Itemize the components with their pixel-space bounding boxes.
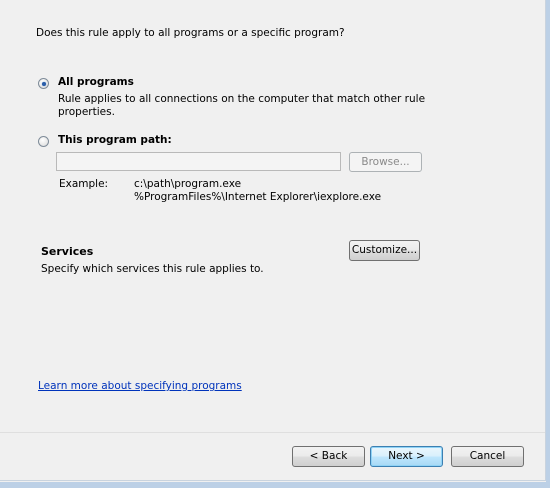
question-text: Does this rule apply to all programs or …: [36, 27, 345, 39]
all-programs-description-line2: properties.: [58, 106, 115, 118]
example-path-2: %ProgramFiles%\Internet Explorer\iexplor…: [134, 191, 382, 203]
cancel-button[interactable]: Cancel: [451, 446, 524, 467]
wizard-page: Does this rule apply to all programs or …: [0, 0, 546, 481]
learn-more-link[interactable]: Learn more about specifying programs: [38, 380, 242, 392]
example-path-1: c:\path\program.exe: [134, 178, 242, 190]
program-path-label[interactable]: This program path:: [58, 134, 172, 146]
program-path-radio[interactable]: [38, 136, 49, 147]
all-programs-description-line1: Rule applies to all connections on the c…: [58, 93, 426, 105]
all-programs-radio[interactable]: [38, 78, 49, 89]
services-description: Specify which services this rule applies…: [41, 263, 264, 275]
next-button[interactable]: Next >: [370, 446, 443, 467]
back-button[interactable]: < Back: [292, 446, 365, 467]
services-title: Services: [41, 245, 94, 258]
browse-button[interactable]: Browse...: [349, 152, 422, 172]
customize-button[interactable]: Customize...: [349, 240, 420, 261]
window-border-bottom: [0, 482, 550, 488]
example-label: Example:: [59, 178, 109, 190]
all-programs-label[interactable]: All programs: [58, 76, 134, 88]
footer-separator: [0, 432, 545, 433]
window-border-right: [546, 0, 550, 488]
program-path-input[interactable]: [56, 152, 341, 171]
